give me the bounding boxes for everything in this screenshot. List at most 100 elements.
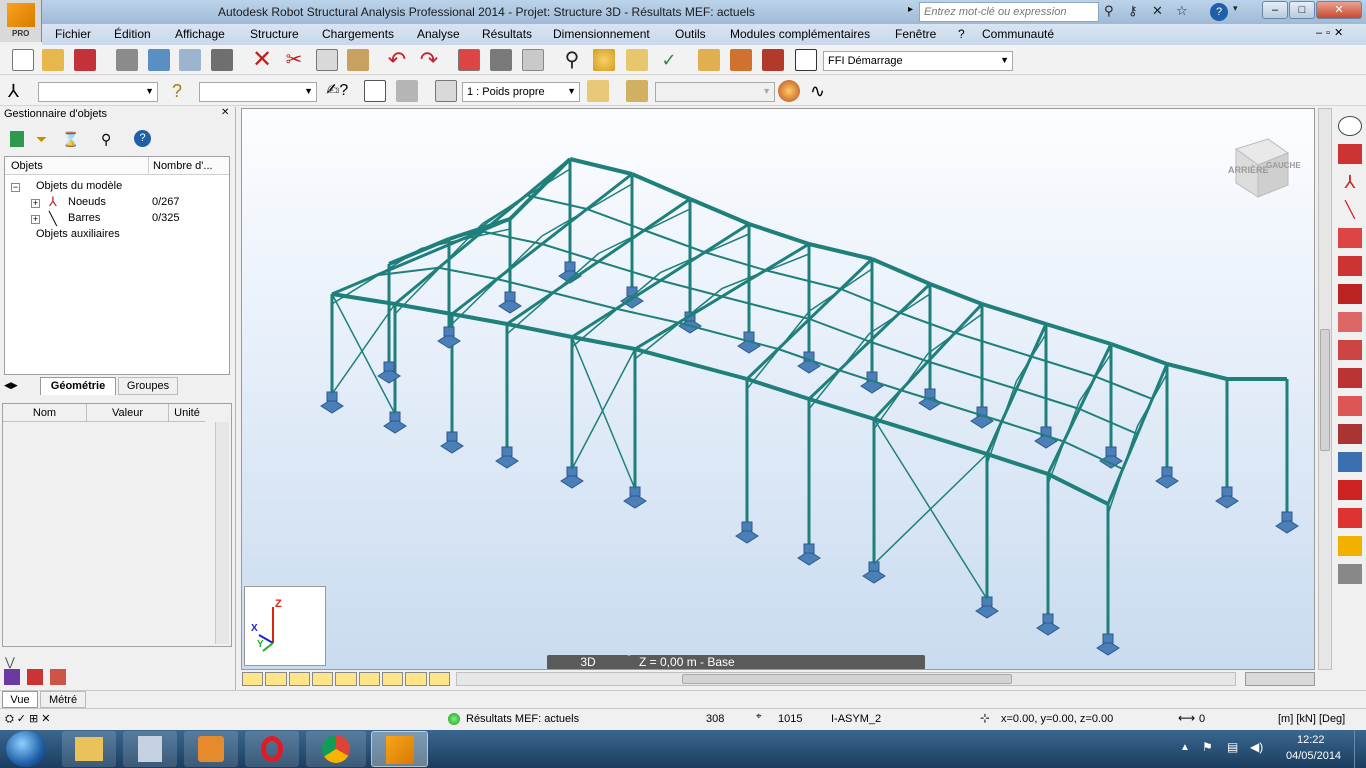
col-count[interactable]: Nombre d'... [153, 160, 213, 172]
case-query-icon[interactable]: ✍? [326, 80, 348, 102]
help-circle-icon[interactable]: ? [134, 130, 151, 147]
taskbar-robot[interactable] [371, 731, 428, 767]
clock-time[interactable]: 12:22 [1297, 734, 1325, 746]
close-button[interactable]: ✕ [1316, 1, 1362, 19]
tab-geometrie[interactable]: Géométrie [40, 377, 116, 395]
vertical-scrollbar[interactable] [1318, 108, 1332, 670]
beam-tool-icon[interactable] [1338, 480, 1362, 500]
structure-view-icon[interactable] [730, 49, 752, 71]
bars-tool-icon[interactable]: ╲ [1338, 200, 1362, 220]
load-definition-icon[interactable] [587, 80, 609, 102]
tree-aux[interactable]: Objets auxiliaires [36, 228, 120, 240]
menu-analyse[interactable]: Analyse [417, 27, 460, 41]
print-composition-icon[interactable] [179, 49, 201, 71]
bar-query-icon[interactable]: ? [172, 80, 194, 102]
new-file-icon[interactable] [12, 49, 34, 71]
tray-flag-icon[interactable]: ⚑ [1202, 740, 1213, 754]
print-icon[interactable] [116, 49, 138, 71]
horizontal-scrollbar[interactable] [456, 672, 1236, 686]
search-input[interactable]: Entrez mot-clé ou expression [919, 2, 1099, 22]
section-icon[interactable] [364, 80, 386, 102]
tray-volume-icon[interactable]: ◀) [1250, 740, 1263, 754]
column-tool-icon[interactable] [1338, 508, 1362, 528]
col-objects[interactable]: Objets [11, 160, 43, 172]
tree-item-bars[interactable]: Barres [68, 212, 100, 224]
preferences-icon[interactable] [762, 49, 784, 71]
loads-tool-icon[interactable] [1338, 312, 1362, 332]
node-selection-combo[interactable]: ▼ [38, 82, 158, 102]
tab-metre[interactable]: Métré [40, 691, 86, 708]
view-mode-3d[interactable]: 3D [547, 655, 629, 669]
tools-icon[interactable]: ✕ [1152, 3, 1163, 21]
load-table-icon[interactable] [626, 80, 648, 102]
structure-tree-icon[interactable] [4, 669, 20, 685]
menu-outils[interactable]: Outils [675, 27, 706, 41]
sections-icon[interactable] [288, 672, 310, 686]
supports-icon[interactable] [311, 672, 334, 686]
redo-icon[interactable]: ↷ [418, 49, 440, 71]
loads-icon[interactable] [335, 672, 357, 686]
taskbar-explorer[interactable] [62, 731, 116, 767]
3d-viewport[interactable]: ARRIÈRE GAUCHE Z X Y 3D Z = 0,00 m - Bas… [241, 108, 1315, 670]
menu-dimensionnement[interactable]: Dimensionnement [553, 27, 650, 41]
scroll-thumb[interactable] [682, 674, 1012, 684]
save-icon[interactable] [74, 49, 96, 71]
clear-filter-icon[interactable]: ⌛ [62, 131, 79, 148]
load-case-icon[interactable] [435, 80, 457, 102]
tray-expand-icon[interactable]: ▲ [1180, 742, 1190, 753]
undo-icon[interactable]: ↶ [386, 49, 408, 71]
zoom-icon[interactable]: ⚲ [561, 49, 583, 71]
filter-bars-icon[interactable] [10, 131, 24, 147]
paste-icon[interactable] [347, 49, 369, 71]
offsets-tool-icon[interactable] [1338, 228, 1362, 248]
lock-icon[interactable] [522, 49, 544, 71]
grid-tool-icon[interactable] [1338, 452, 1362, 472]
frame-tool-icon[interactable] [1338, 368, 1362, 388]
menu-modules[interactable]: Modules complémentaires [730, 27, 870, 41]
tray-network-icon[interactable]: ▤ [1227, 740, 1238, 754]
menu-resultats[interactable]: Résultats [482, 27, 532, 41]
tab-groupes[interactable]: Groupes [118, 377, 178, 395]
calculator-icon[interactable] [458, 49, 480, 71]
tab-vue[interactable]: Vue [2, 691, 38, 708]
nodes-tool-icon[interactable] [1338, 116, 1362, 136]
structure-model-icon[interactable] [698, 49, 720, 71]
tree-item-nodes[interactable]: Noeuds [68, 196, 106, 208]
flag-icon[interactable] [27, 669, 43, 685]
app-logo-button[interactable]: PRO [0, 0, 42, 42]
status-tool-icons[interactable]: ⛭✓⊞✕ [5, 712, 53, 726]
solid-tool-icon[interactable] [1338, 536, 1362, 556]
sections-tool-icon[interactable] [1338, 144, 1362, 164]
node-query-icon[interactable]: ⅄ [8, 80, 30, 102]
taskbar-chrome[interactable] [306, 731, 366, 767]
releases-tool-icon[interactable] [1338, 340, 1362, 360]
menu-communaute[interactable]: Communauté [982, 27, 1054, 41]
copy-icon[interactable] [316, 49, 338, 71]
section-list-icon[interactable] [396, 80, 418, 102]
list-icon[interactable] [50, 669, 66, 685]
menu-edition[interactable]: Édition [114, 27, 151, 41]
star-icon[interactable]: ☆ [1176, 3, 1188, 21]
bar-selection-combo[interactable]: ▼ [199, 82, 317, 102]
selection-icon[interactable]: ✓ [658, 49, 680, 71]
dynamic-icon[interactable]: ∿ [810, 80, 832, 102]
calculation-notes-icon[interactable] [490, 49, 512, 71]
start-button[interactable] [6, 731, 46, 767]
mdi-window-controls[interactable]: –▫✕ [1316, 26, 1347, 39]
view-mode-icons[interactable] [1245, 672, 1315, 686]
supports-tool-icon[interactable]: ⅄ [1338, 172, 1362, 192]
menu-chargements[interactable]: Chargements [322, 27, 394, 41]
key-icon[interactable]: ⚷ [1128, 3, 1138, 21]
show-desktop-button[interactable] [1354, 730, 1366, 768]
mode-shape-icon[interactable] [778, 80, 800, 102]
vscroll-thumb[interactable] [1320, 329, 1330, 451]
taskbar-calculator[interactable] [123, 731, 177, 767]
releases-icon[interactable] [358, 672, 380, 686]
offsets-icon[interactable] [405, 672, 427, 686]
prop-scrollbar[interactable] [215, 422, 229, 644]
taskbar-media-player[interactable] [184, 731, 238, 767]
menu-fichier[interactable]: Fichier [55, 27, 91, 41]
material-tool-icon[interactable] [1338, 284, 1362, 304]
menu-fenetre[interactable]: Fenêtre [895, 27, 936, 41]
menu-affichage[interactable]: Affichage [175, 27, 225, 41]
